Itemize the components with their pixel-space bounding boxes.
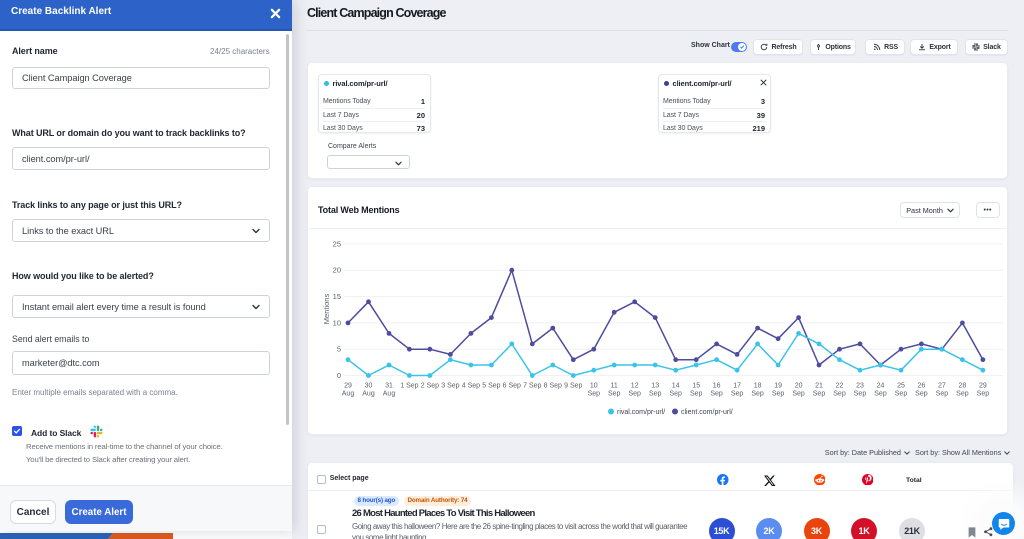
svg-text:7 Sep: 7 Sep <box>523 382 541 389</box>
svg-text:Sep: Sep <box>710 390 723 397</box>
svg-text:Sep: Sep <box>915 390 928 397</box>
svg-text:8 Sep: 8 Sep <box>544 382 562 389</box>
svg-text:Sep: Sep <box>936 390 949 397</box>
svg-text:5 Sep: 5 Sep <box>482 382 500 389</box>
svg-text:28: 28 <box>959 382 967 389</box>
svg-text:1 Sep: 1 Sep <box>400 382 418 389</box>
svg-text:13: 13 <box>651 382 659 389</box>
svg-text:10: 10 <box>590 382 598 389</box>
svg-text:Sep: Sep <box>792 390 805 397</box>
svg-text:24: 24 <box>877 382 885 389</box>
svg-text:6 Sep: 6 Sep <box>503 382 521 389</box>
svg-text:Sep: Sep <box>731 390 744 397</box>
svg-text:0: 0 <box>337 371 341 380</box>
svg-text:client.com/pr-url/: client.com/pr-url/ <box>681 409 733 416</box>
svg-text:Aug: Aug <box>383 390 396 397</box>
svg-text:15: 15 <box>692 382 700 389</box>
svg-text:Aug: Aug <box>342 390 355 397</box>
svg-text:18: 18 <box>754 382 762 389</box>
svg-text:Sep: Sep <box>772 390 785 397</box>
svg-text:19: 19 <box>774 382 782 389</box>
svg-text:17: 17 <box>733 382 741 389</box>
svg-text:12: 12 <box>631 382 639 389</box>
svg-text:9 Sep: 9 Sep <box>564 382 582 389</box>
svg-text:2 Sep: 2 Sep <box>421 382 439 389</box>
svg-text:Aug: Aug <box>362 390 375 397</box>
svg-text:4 Sep: 4 Sep <box>462 382 480 389</box>
svg-text:29: 29 <box>344 382 352 389</box>
svg-text:30: 30 <box>365 382 373 389</box>
svg-text:Sep: Sep <box>669 390 682 397</box>
svg-text:16: 16 <box>713 382 721 389</box>
svg-text:Sep: Sep <box>628 390 641 397</box>
svg-text:Sep: Sep <box>608 390 621 397</box>
svg-text:Sep: Sep <box>690 390 703 397</box>
svg-text:11: 11 <box>611 382 618 389</box>
svg-text:21: 21 <box>815 382 823 389</box>
svg-text:29: 29 <box>979 382 987 389</box>
svg-text:23: 23 <box>856 382 864 389</box>
svg-text:25: 25 <box>897 382 905 389</box>
svg-text:26: 26 <box>918 382 926 389</box>
svg-text:Sep: Sep <box>751 390 764 397</box>
svg-text:Sep: Sep <box>895 390 908 397</box>
svg-text:14: 14 <box>672 382 680 389</box>
svg-text:Sep: Sep <box>588 390 601 397</box>
svg-text:22: 22 <box>836 382 844 389</box>
svg-text:Sep: Sep <box>649 390 662 397</box>
svg-text:Sep: Sep <box>956 390 969 397</box>
svg-text:Sep: Sep <box>977 390 990 397</box>
svg-text:Mentions: Mentions <box>322 293 331 324</box>
svg-text:25: 25 <box>333 239 341 248</box>
svg-text:5: 5 <box>337 344 341 353</box>
svg-text:27: 27 <box>938 382 946 389</box>
svg-text:3 Sep: 3 Sep <box>441 382 459 389</box>
svg-text:Sep: Sep <box>854 390 867 397</box>
svg-text:15: 15 <box>333 292 341 301</box>
svg-text:20: 20 <box>795 382 803 389</box>
svg-text:Sep: Sep <box>874 390 887 397</box>
svg-text:10: 10 <box>333 318 341 327</box>
svg-text:Sep: Sep <box>833 390 846 397</box>
svg-text:20: 20 <box>333 265 341 274</box>
svg-text:31: 31 <box>385 382 393 389</box>
svg-text:Sep: Sep <box>813 390 826 397</box>
svg-text:rival.com/pr-url/: rival.com/pr-url/ <box>617 409 665 416</box>
